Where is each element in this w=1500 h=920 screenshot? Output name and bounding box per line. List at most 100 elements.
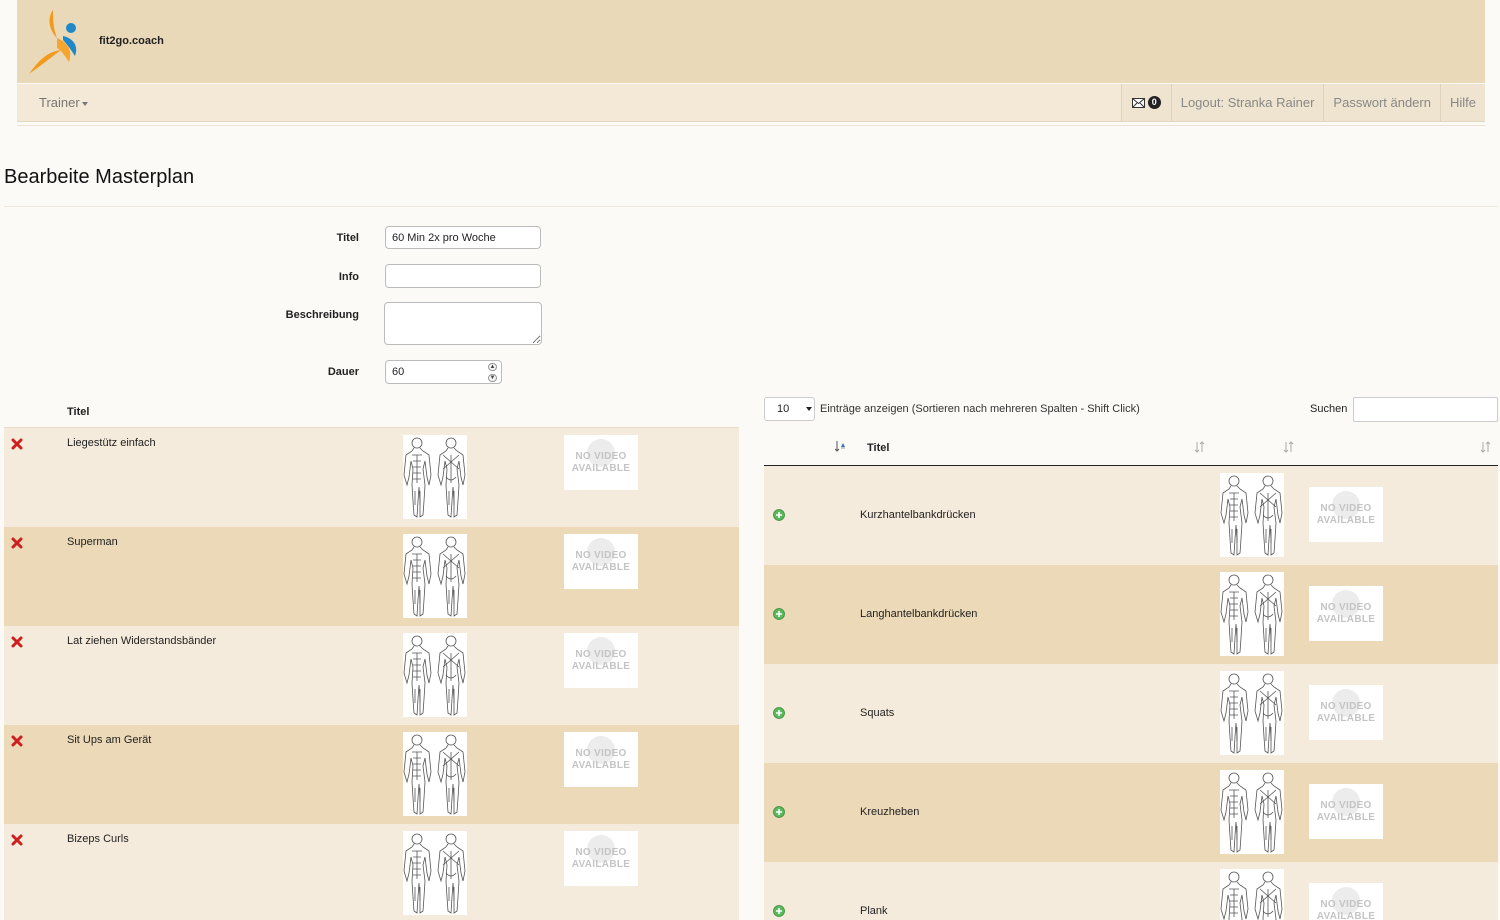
exercise-table-row: Plank NO VIDEO AVAILABLE [764, 862, 1498, 920]
title-divider [4, 206, 1498, 207]
no-video-text: NO VIDEO AVAILABLE [571, 648, 631, 672]
exercise-title: Squats [860, 707, 895, 719]
entries-length-select[interactable]: 10 [764, 397, 815, 421]
add-icon[interactable] [773, 905, 785, 917]
plan-title-column-header[interactable]: Titel [67, 406, 89, 418]
no-video-thumbnail: NO VIDEO AVAILABLE [1309, 685, 1383, 740]
add-icon[interactable] [773, 509, 785, 521]
sort-icon[interactable] [1194, 441, 1206, 453]
fit2go-logo[interactable] [23, 4, 83, 78]
duration-label: Dauer [327, 366, 359, 378]
plan-exercise-title: Lat ziehen Widerstandsbänder [67, 635, 217, 647]
exercise-title-column-header[interactable]: Titel [867, 442, 889, 454]
exercise-table-row: Kurzhantelbankdrücken NO VIDEO AVAILABLE [764, 466, 1498, 565]
no-video-text: NO VIDEO AVAILABLE [1316, 799, 1376, 823]
duration-stepper[interactable]: 60 ▲ ▼ [385, 360, 502, 384]
muscle-chart-image [1220, 671, 1284, 755]
no-video-text: NO VIDEO AVAILABLE [571, 450, 631, 474]
delete-icon[interactable] [11, 834, 23, 846]
change-password-link[interactable]: Passwort ändern [1323, 84, 1440, 121]
muscle-chart-image [1220, 770, 1284, 854]
plan-table-row: Bizeps Curls NO VIDEO AVAILABLE [4, 824, 739, 920]
help-link[interactable]: Hilfe [1439, 84, 1485, 121]
plan-exercise-title: Liegestütz einfach [67, 437, 156, 449]
add-icon[interactable] [773, 806, 785, 818]
exercise-table-row: Langhantelbankdrücken NO VIDEO AVAILABLE [764, 565, 1498, 664]
exercise-title: Kreuzheben [860, 806, 920, 818]
muscle-chart-image [403, 732, 467, 816]
plan-table-header: Titel [4, 396, 739, 428]
muscle-chart-image [1220, 572, 1284, 656]
delete-icon[interactable] [11, 735, 23, 747]
navbar-divider [17, 125, 1485, 126]
no-video-thumbnail: NO VIDEO AVAILABLE [564, 732, 638, 787]
nav-right-group: 0 Logout: Stranka Rainer Passwort ändern… [1120, 84, 1485, 121]
brand-name[interactable]: fit2go.coach [99, 35, 164, 47]
no-video-thumbnail: NO VIDEO AVAILABLE [1309, 784, 1383, 839]
select-arrow-icon [806, 407, 812, 411]
add-icon[interactable] [773, 608, 785, 620]
no-video-text: NO VIDEO AVAILABLE [571, 549, 631, 573]
no-video-text: NO VIDEO AVAILABLE [1316, 502, 1376, 526]
plan-exercises-table: Titel Liegestütz einfach NO VIDEO AVAILAB… [4, 396, 739, 920]
exercise-table-header: Titel [764, 430, 1498, 466]
no-video-text: NO VIDEO AVAILABLE [1316, 898, 1376, 920]
exercise-title: Kurzhantelbankdrücken [860, 509, 976, 521]
spin-down-icon[interactable]: ▼ [488, 374, 497, 382]
sort-icon[interactable] [1283, 441, 1295, 453]
duration-spinner: ▲ ▼ [488, 363, 497, 382]
muscle-chart-image [1220, 869, 1284, 920]
no-video-thumbnail: NO VIDEO AVAILABLE [564, 633, 638, 688]
delete-icon[interactable] [11, 636, 23, 648]
plan-exercise-title: Superman [67, 536, 118, 548]
description-label: Beschreibung [285, 309, 359, 321]
delete-icon[interactable] [11, 438, 23, 450]
title-label: Titel [336, 232, 359, 244]
no-video-thumbnail: NO VIDEO AVAILABLE [564, 435, 638, 490]
plan-table-row: Lat ziehen Widerstandsbänder NO VIDEO AVA… [4, 626, 739, 725]
plan-exercise-title: Bizeps Curls [67, 833, 129, 845]
no-video-text: NO VIDEO AVAILABLE [1316, 601, 1376, 625]
no-video-thumbnail: NO VIDEO AVAILABLE [1309, 883, 1383, 920]
info-input[interactable] [385, 264, 541, 288]
add-icon[interactable] [773, 707, 785, 719]
entries-length-text: Einträge anzeigen (Sortieren nach mehrer… [820, 403, 1140, 415]
exercise-table-row: Kreuzheben NO VIDEO AVAILABLE [764, 763, 1498, 862]
search-label: Suchen [1310, 403, 1348, 415]
muscle-chart-image [403, 435, 467, 519]
search-input[interactable] [1353, 397, 1498, 422]
messages-button[interactable]: 0 [1120, 84, 1171, 121]
sort-icon[interactable] [1480, 441, 1492, 453]
exercise-title: Plank [860, 905, 888, 917]
description-textarea[interactable] [384, 302, 542, 345]
plan-table-row: Superman NO VIDEO AVAILABLE [4, 527, 739, 626]
caret-down-icon [81, 101, 88, 106]
message-count-badge: 0 [1147, 96, 1161, 109]
title-input[interactable] [385, 226, 541, 249]
muscle-chart-image [403, 633, 467, 717]
no-video-text: NO VIDEO AVAILABLE [571, 846, 631, 870]
muscle-chart-image [403, 831, 467, 915]
no-video-text: NO VIDEO AVAILABLE [571, 747, 631, 771]
brand-bar: fit2go.coach [17, 0, 1485, 83]
no-video-thumbnail: NO VIDEO AVAILABLE [1309, 487, 1383, 542]
trainer-menu-dropdown[interactable]: Trainer [39, 95, 88, 110]
no-video-text: NO VIDEO AVAILABLE [1316, 700, 1376, 724]
no-video-thumbnail: NO VIDEO AVAILABLE [564, 831, 638, 886]
trainer-menu-label: Trainer [39, 95, 80, 110]
delete-icon[interactable] [11, 537, 23, 549]
muscle-chart-image [1220, 473, 1284, 557]
sort-ascending-icon[interactable] [835, 440, 847, 452]
no-video-thumbnail: NO VIDEO AVAILABLE [1309, 586, 1383, 641]
navbar: Trainer 0 Logout: Stranka Rainer Passwor… [17, 84, 1485, 122]
exercise-table-row: Squats NO VIDEO AVAILABLE [764, 664, 1498, 763]
no-video-thumbnail: NO VIDEO AVAILABLE [564, 534, 638, 589]
plan-table-row: Liegestütz einfach NO VIDEO AVAILABLE [4, 428, 739, 527]
entries-length-value: 10 [777, 403, 790, 415]
info-label: Info [338, 271, 359, 283]
muscle-chart-image [403, 534, 467, 618]
plan-table-row: Sit Ups am Gerät NO VIDEO AVAILABLE [4, 725, 739, 824]
exercise-title: Langhantelbankdrücken [860, 608, 978, 620]
spin-up-icon[interactable]: ▲ [488, 363, 497, 371]
logout-link[interactable]: Logout: Stranka Rainer [1170, 84, 1324, 121]
